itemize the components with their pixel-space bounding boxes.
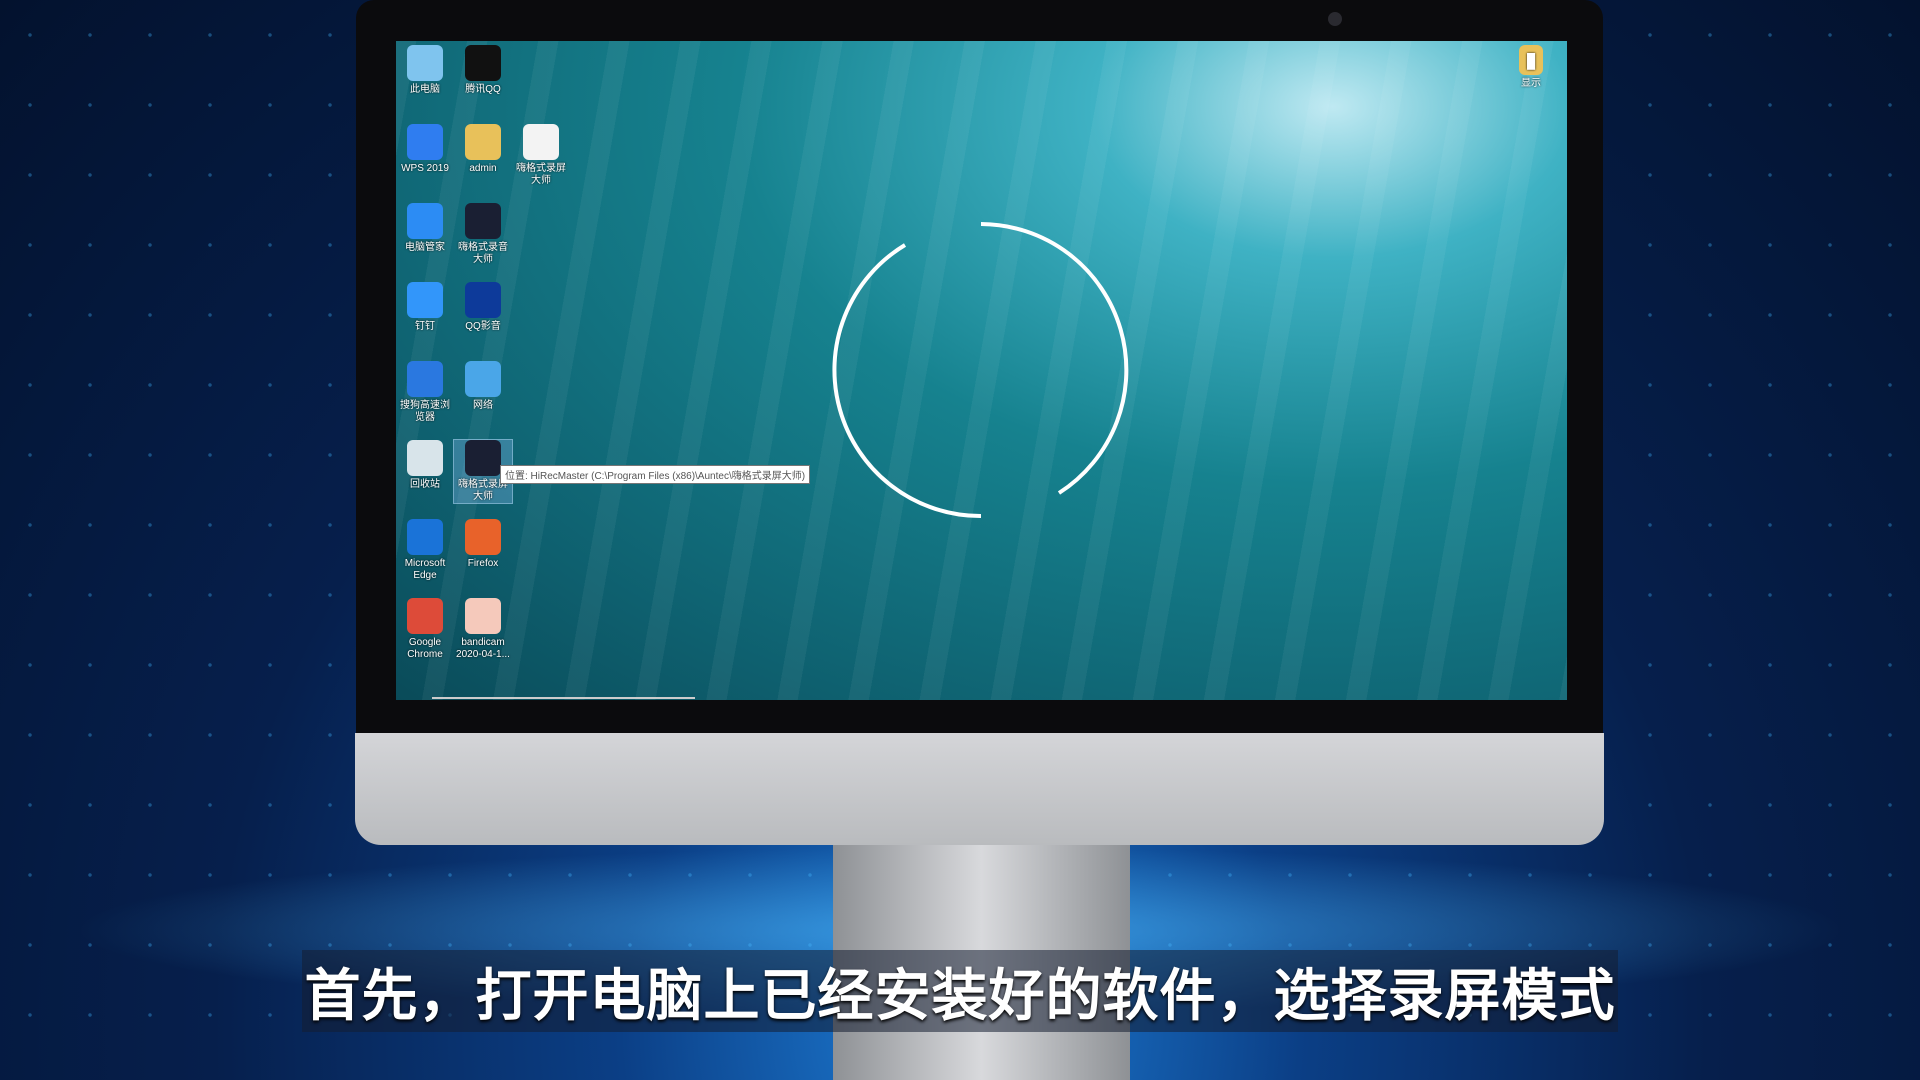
desktop-icon[interactable]: bandicam 2020-04-1... (454, 598, 512, 661)
desktop-icon[interactable]: Firefox (454, 519, 512, 570)
icon-label: 网络 (473, 400, 493, 411)
webcam (1328, 12, 1342, 26)
desktop-icon[interactable]: Google Chrome (396, 598, 454, 661)
desktop-icon[interactable]: Microsoft Edge (396, 519, 454, 582)
qq-player-icon (465, 282, 501, 318)
desktop-screen: 此电脑 腾讯QQ WPS 2019 admin 嗨格式录屏大师电脑管家 嗨格式录音大师钉钉… (396, 41, 1567, 700)
desktop-icon[interactable]: QQ影音 (454, 282, 512, 333)
computer-icon (407, 45, 443, 81)
shield-icon (407, 203, 443, 239)
user-folder-icon (465, 124, 501, 160)
desktop-icon[interactable]: 电脑管家 (396, 203, 454, 254)
book-folder-icon: ▮ (1519, 45, 1543, 75)
qq-penguin-icon (465, 45, 501, 81)
edge-icon (407, 519, 443, 555)
firefox-icon (465, 519, 501, 555)
desktop-icon[interactable]: 搜狗高速浏览器 (396, 361, 454, 424)
desktop-icon-display[interactable]: ▮ 显示 (1502, 45, 1560, 90)
icon-label: WPS 2019 (401, 163, 449, 174)
network-icon (465, 361, 501, 397)
icon-label: Firefox (467, 558, 499, 569)
subtitle-caption: 首先，打开电脑上已经安装好的软件，选择录屏模式 (302, 950, 1618, 1032)
desktop-icon[interactable]: 嗨格式录音大师 (454, 203, 512, 266)
desktop-icon[interactable]: 回收站 (396, 440, 454, 491)
mp4-file-icon (465, 598, 501, 634)
loading-spinner (832, 222, 1129, 519)
icon-label: bandicam 2020-04-1... (456, 637, 510, 660)
icon-label: 搜狗高速浏览器 (400, 400, 450, 423)
icon-label: QQ影音 (465, 321, 501, 332)
chrome-icon (407, 598, 443, 634)
icon-label: 显示 (1521, 78, 1541, 89)
desktop-icon[interactable]: 钉钉 (396, 282, 454, 333)
icon-label: admin (469, 163, 497, 174)
icon-label: 此电脑 (410, 84, 440, 95)
icon-label: 回收站 (410, 479, 440, 490)
dingtalk-icon (407, 282, 443, 318)
icon-label: 嗨格式录屏大师 (516, 163, 566, 186)
desktop-icon[interactable]: 腾讯QQ (454, 45, 512, 96)
screen-recorder-icon (465, 440, 501, 476)
microphone-icon (465, 203, 501, 239)
desktop-icon[interactable]: 此电脑 (396, 45, 454, 96)
ppt-file-icon (523, 124, 559, 160)
spinner-arc (832, 243, 982, 519)
icon-tooltip: 位置: HiRecMaster (C:\Program Files (x86)\… (500, 465, 811, 484)
desktop-icon[interactable]: 网络 (454, 361, 512, 412)
desktop-icon[interactable]: admin (454, 124, 512, 175)
icon-label: Microsoft Edge (404, 558, 446, 581)
recycle-bin-icon (407, 440, 443, 476)
icon-label: 嗨格式录音大师 (458, 242, 508, 265)
icon-label: 电脑管家 (405, 242, 445, 253)
wps-icon (407, 124, 443, 160)
taskbar-edge (432, 697, 695, 699)
desktop-icon[interactable]: 嗨格式录屏大师 (512, 124, 570, 187)
monitor-chin (355, 733, 1604, 845)
desktop-icon[interactable]: WPS 2019 (396, 124, 454, 175)
spinner-arc (980, 222, 1129, 495)
icon-label: 腾讯QQ (465, 84, 501, 95)
sogou-browser-icon (407, 361, 443, 397)
icon-label: 钉钉 (415, 321, 435, 332)
icon-label: Google Chrome (407, 637, 443, 660)
